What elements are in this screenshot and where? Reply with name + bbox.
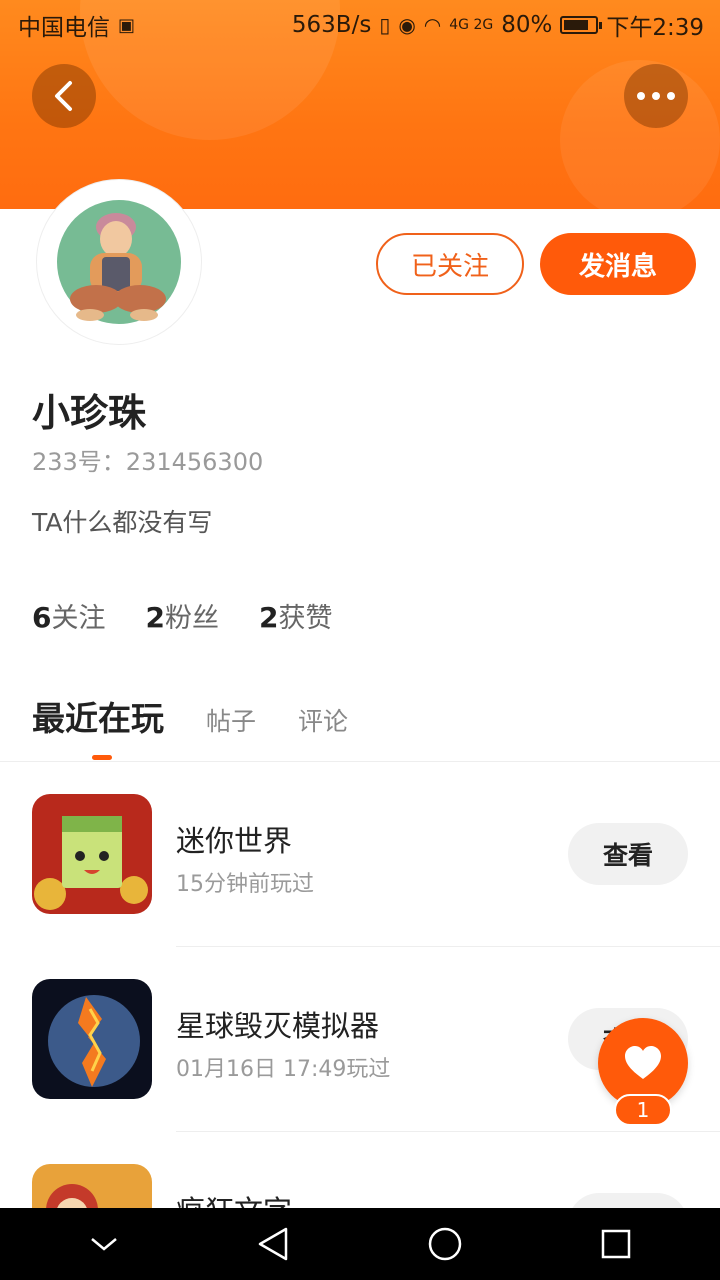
game-name: 疯狂文字: [176, 1188, 292, 1208]
view-game-button[interactable]: 查看: [568, 823, 688, 885]
more-dots-icon: [637, 92, 675, 100]
profile-tabs: 最近在玩 帖子 评论: [32, 692, 390, 740]
send-message-button[interactable]: 发消息: [540, 233, 696, 295]
game-name: 星球毁灭模拟器: [176, 1009, 380, 1043]
battery-percent: 80%: [501, 12, 553, 38]
game-played-time: 15分钟前玩过: [176, 872, 314, 897]
list-item[interactable]: 疯狂文字 查看: [0, 1132, 720, 1208]
back-button[interactable]: [32, 64, 96, 128]
home-circle-icon[interactable]: [427, 1226, 463, 1262]
tab-comments[interactable]: 评论: [298, 702, 348, 738]
user-bio: TA什么都没有写: [32, 508, 213, 537]
stat-followers[interactable]: 2粉丝: [145, 596, 218, 635]
stat-likes[interactable]: 2获赞: [259, 596, 332, 635]
vibrate-icon: ▯: [379, 13, 391, 37]
eye-icon: ◉: [398, 13, 416, 37]
system-navigation-bar: [0, 1208, 720, 1280]
like-count-badge: 1: [614, 1094, 672, 1126]
list-item[interactable]: 迷你世界 15分钟前玩过 查看: [0, 762, 720, 947]
carrier-label: 中国电信: [18, 15, 110, 41]
avatar[interactable]: [36, 179, 202, 345]
clock: 下午2:39: [606, 15, 704, 41]
wifi-icon: ◠: [423, 13, 442, 37]
chevron-down-icon[interactable]: [89, 1234, 119, 1254]
profile-stats: 6关注 2粉丝 2获赞: [32, 596, 332, 635]
signal-icon: 4G 2G: [449, 17, 494, 33]
game-played-time: 01月16日 17:49玩过: [176, 1057, 391, 1082]
game-icon-mini-world: [32, 794, 152, 914]
followed-button[interactable]: 已关注: [376, 233, 524, 295]
more-button[interactable]: [624, 64, 688, 128]
tab-recently-played[interactable]: 最近在玩: [32, 692, 164, 740]
sim-icon: ▣: [118, 14, 136, 36]
view-game-button[interactable]: 查看: [568, 1193, 688, 1208]
status-bar: 中国电信 ▣ 563B/s ▯ ◉ ◠ 4G 2G 80% 下午2:39: [0, 0, 720, 50]
game-icon-crazy-text: [32, 1164, 152, 1208]
chevron-left-icon: [55, 81, 72, 111]
tab-active-indicator: [92, 755, 112, 760]
back-triangle-icon[interactable]: [256, 1226, 290, 1262]
game-name: 迷你世界: [176, 824, 293, 858]
stat-following[interactable]: 6关注: [32, 596, 105, 635]
battery-icon: [560, 16, 603, 34]
username: 小珍珠: [32, 391, 147, 435]
game-icon-planet-destroyer: [32, 979, 152, 1099]
avatar-image: [57, 200, 181, 324]
network-speed: 563B/s: [291, 12, 372, 38]
heart-icon: [625, 1046, 661, 1079]
recent-apps-square-icon[interactable]: [600, 1228, 632, 1260]
user-id: 233号：231456300: [32, 448, 264, 476]
tab-posts[interactable]: 帖子: [206, 702, 256, 738]
